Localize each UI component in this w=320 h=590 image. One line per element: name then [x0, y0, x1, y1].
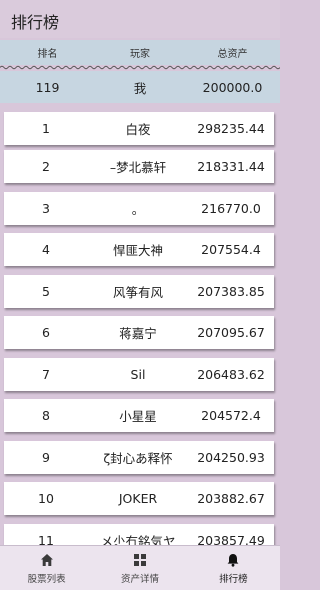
column-header: 排名 玩家 总资产 — [0, 40, 280, 65]
nav-stock-list-label: 股票列表 — [27, 574, 66, 585]
my-total: 200000.0 — [202, 79, 263, 95]
row-total: 298235.44 — [197, 121, 265, 136]
row-player: JOKER — [118, 491, 158, 506]
column-rank: 排名 — [37, 49, 58, 60]
row-rank: 1 — [42, 121, 50, 136]
column-total: 总资产 — [217, 49, 248, 60]
row-rank: 8 — [42, 408, 50, 423]
ranking-row[interactable]: 3 。 216770.0 — [4, 192, 274, 225]
row-player: Sil — [130, 367, 146, 382]
nav-ranking[interactable]: 排行榜 — [187, 546, 280, 590]
ranking-list[interactable]: 1 白夜 298235.44 2 –梦北慕轩 218331.44 3 。 216… — [0, 104, 280, 545]
ranking-row[interactable]: 4 悍匪大神 207554.4 — [4, 233, 274, 266]
divider-wave — [0, 65, 280, 70]
home-icon — [40, 554, 53, 566]
row-total: 204572.4 — [201, 408, 261, 423]
ranking-row[interactable]: 7 Sil 206483.62 — [4, 358, 274, 391]
ranking-row[interactable]: 11 メ尐冇銘気ヤ 203857.49 — [4, 524, 274, 545]
row-player: –梦北慕轩 — [109, 160, 167, 175]
my-rank: 119 — [35, 79, 60, 95]
ranking-row[interactable]: 2 –梦北慕轩 218331.44 — [4, 150, 274, 183]
row-total: 203857.49 — [197, 533, 265, 545]
row-total: 218331.44 — [197, 159, 265, 174]
row-player: 小星星 — [119, 409, 157, 424]
row-rank: 7 — [42, 367, 50, 382]
ranking-row[interactable]: 8 小星星 204572.4 — [4, 399, 274, 432]
column-player: 玩家 — [130, 49, 150, 60]
row-total: 207554.4 — [201, 242, 261, 257]
ranking-row[interactable]: 1 白夜 298235.44 — [4, 112, 274, 145]
row-total: 203882.67 — [197, 491, 265, 506]
row-player: ζ封心あ释怀 — [103, 451, 173, 466]
row-rank: 9 — [42, 450, 50, 465]
grid-icon — [133, 554, 146, 566]
row-rank: 6 — [42, 325, 50, 340]
row-rank: 5 — [42, 284, 50, 299]
nav-asset-details-label: 资产详情 — [120, 574, 159, 585]
ranking-row[interactable]: 5 风筝有风 207383.85 — [4, 275, 274, 308]
row-player: 蒋嘉宁 — [119, 326, 157, 341]
row-rank: 2 — [42, 159, 50, 174]
row-player: 悍匪大神 — [112, 243, 163, 258]
row-total: 204250.93 — [197, 450, 265, 465]
app-header: 排行榜 — [0, 0, 280, 38]
row-total: 207095.67 — [197, 325, 265, 340]
nav-stock-list[interactable]: 股票列表 — [0, 546, 93, 590]
page-title: 排行榜 — [11, 13, 60, 32]
row-player: 白夜 — [125, 122, 151, 137]
nav-asset-details[interactable]: 资产详情 — [93, 546, 186, 590]
row-player: 。 — [131, 202, 145, 217]
ranking-row[interactable]: 6 蒋嘉宁 207095.67 — [4, 316, 274, 349]
my-rank-row: 119 我 200000.0 — [0, 71, 280, 103]
ranking-row[interactable]: 10 JOKER 203882.67 — [4, 482, 274, 515]
row-rank: 4 — [42, 242, 50, 257]
ranking-row[interactable]: 9 ζ封心あ释怀 204250.93 — [4, 441, 274, 474]
row-player: メ尐冇銘気ヤ — [100, 534, 176, 545]
row-rank: 3 — [42, 201, 50, 216]
row-total: 206483.62 — [197, 367, 265, 382]
nav-ranking-label: 排行榜 — [219, 574, 248, 585]
row-total: 216770.0 — [201, 201, 261, 216]
row-rank: 10 — [38, 491, 54, 506]
my-name: 我 — [133, 80, 147, 96]
bottom-nav: 股票列表 资产详情 排行榜 — [0, 545, 280, 590]
bell-icon — [227, 554, 239, 567]
row-total: 207383.85 — [197, 284, 265, 299]
row-rank: 11 — [38, 533, 54, 545]
row-player: 风筝有风 — [112, 285, 163, 300]
